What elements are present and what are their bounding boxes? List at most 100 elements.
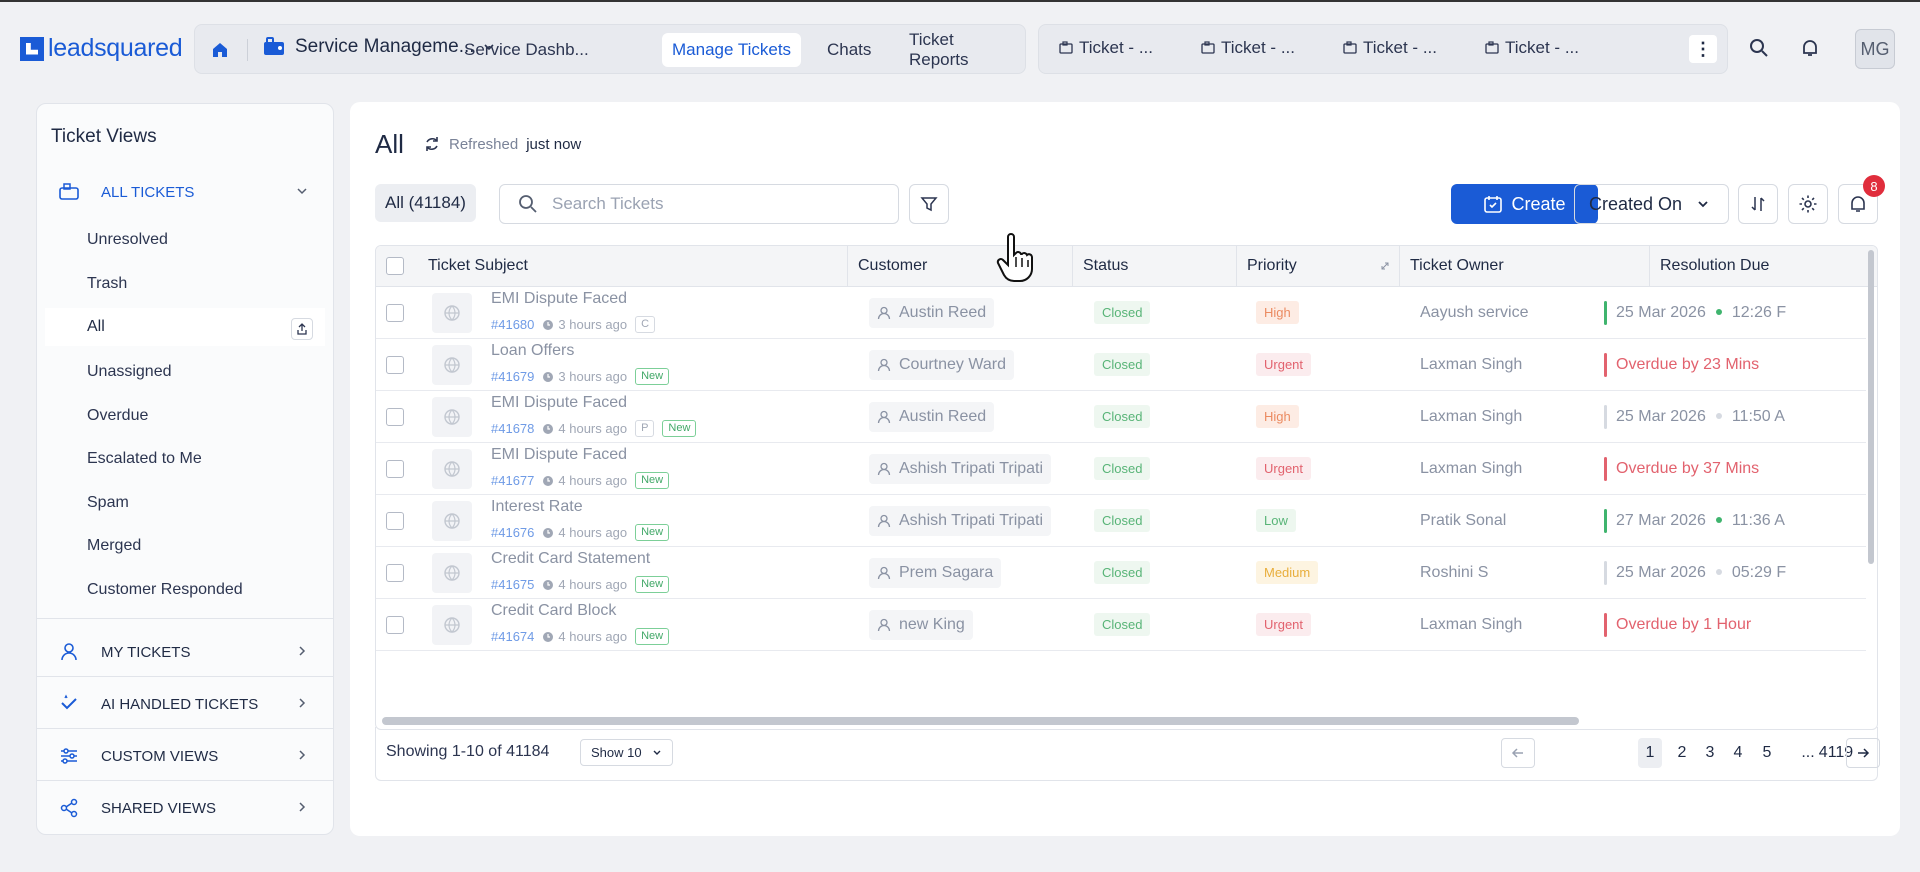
refresh-status[interactable]: Refreshed just now (423, 135, 581, 153)
ticket-subject[interactable]: EMI Dispute Faced (491, 394, 627, 412)
select-all-checkbox[interactable] (386, 257, 404, 275)
recent-ticket-tab[interactable]: Ticket - ... (1343, 38, 1437, 58)
sort-select[interactable]: Created On (1574, 184, 1729, 224)
customer-chip[interactable]: Prem Sagara (869, 558, 1002, 588)
row-checkbox[interactable] (386, 460, 404, 478)
ticket-id[interactable]: #41678 (491, 421, 534, 436)
tab-service-dashboard[interactable]: Service Dashb... (454, 33, 599, 67)
page-3-button[interactable]: 3 (1698, 738, 1722, 768)
brand-logo[interactable]: leadsquared (20, 34, 183, 63)
refresh-icon[interactable] (423, 135, 441, 153)
sort-order-button[interactable] (1738, 184, 1778, 224)
row-checkbox[interactable] (386, 304, 404, 322)
search-input[interactable] (552, 194, 872, 214)
recent-ticket-tab[interactable]: Ticket - ... (1201, 38, 1295, 58)
customer-chip[interactable]: Austin Reed (869, 298, 995, 328)
tab-manage-tickets[interactable]: Manage Tickets (662, 33, 802, 67)
sidebar-item-all[interactable]: All (45, 308, 325, 346)
table-row[interactable]: Credit Card Block #41674 4 hours ago New… (376, 599, 1866, 651)
ticket-id[interactable]: #41675 (491, 577, 534, 592)
ticket-count-chip[interactable]: All (41184) (375, 184, 476, 222)
notification-badge: 8 (1863, 175, 1885, 197)
col-customer[interactable]: Customer (848, 246, 1073, 286)
sort-icon[interactable] (1379, 260, 1391, 272)
search-box[interactable] (499, 184, 899, 224)
row-checkbox[interactable] (386, 408, 404, 426)
recent-ticket-tab[interactable]: Ticket - ... (1059, 38, 1153, 58)
ticket-id[interactable]: #41680 (491, 317, 534, 332)
sidebar-item-escalated[interactable]: Escalated to Me (37, 440, 333, 478)
col-priority[interactable]: Priority (1237, 246, 1400, 286)
ticket-meta: #41680 3 hours ago C (491, 316, 656, 333)
prev-page-button[interactable] (1501, 738, 1535, 768)
ticket-id[interactable]: #41677 (491, 473, 534, 488)
search-icon[interactable] (1747, 36, 1771, 60)
sidebar-item-unresolved[interactable]: Unresolved (37, 221, 333, 259)
more-vertical-icon[interactable]: ⋮ (1689, 35, 1717, 63)
section-my-tickets[interactable]: MY TICKETS (37, 628, 333, 676)
section-custom-views[interactable]: CUSTOM VIEWS (37, 732, 333, 780)
section-shared-views[interactable]: SHARED VIEWS (37, 784, 333, 832)
ticket-subject[interactable]: EMI Dispute Faced (491, 446, 627, 464)
customer-chip[interactable]: Ashish Tripati Tripati (869, 454, 1052, 484)
section-all-tickets[interactable]: ALL TICKETS (37, 168, 333, 216)
user-avatar[interactable]: MG (1855, 29, 1895, 69)
table-row[interactable]: EMI Dispute Faced #41678 4 hours ago P Ne… (376, 391, 1866, 443)
row-checkbox[interactable] (386, 616, 404, 634)
horizontal-scrollbar[interactable] (382, 717, 1579, 725)
filter-button[interactable] (909, 184, 949, 224)
col-resolution-due[interactable]: Resolution Due (1650, 246, 1877, 286)
page-size-select[interactable]: Show 10 (580, 739, 673, 766)
ticket-subject[interactable]: EMI Dispute Faced (491, 290, 627, 308)
customer-chip[interactable]: Courtney Ward (869, 350, 1014, 380)
ticket-subject[interactable]: Credit Card Block (491, 602, 616, 620)
sidebar-item-trash[interactable]: Trash (37, 265, 333, 303)
vertical-scrollbar[interactable] (1868, 250, 1874, 564)
settings-button[interactable] (1788, 184, 1828, 224)
page-1-button[interactable]: 1 (1638, 738, 1662, 768)
col-status[interactable]: Status (1073, 246, 1237, 286)
ticket-id[interactable]: #41676 (491, 525, 534, 540)
page-5-button[interactable]: 5 (1755, 738, 1779, 768)
table-row[interactable]: Credit Card Statement #41675 4 hours ago… (376, 547, 1866, 599)
sidebar-item-overdue[interactable]: Overdue (37, 397, 333, 435)
sidebar-item-spam[interactable]: Spam (37, 484, 333, 522)
col-ticket-subject[interactable]: Ticket Subject (418, 246, 848, 286)
ticket-subject[interactable]: Credit Card Statement (491, 550, 650, 568)
row-checkbox[interactable] (386, 564, 404, 582)
row-checkbox[interactable] (386, 512, 404, 530)
customer-chip[interactable]: new King (869, 610, 973, 640)
table-row[interactable]: EMI Dispute Faced #41677 4 hours ago New… (376, 443, 1866, 495)
customer-chip[interactable]: Austin Reed (869, 402, 995, 432)
sidebar-item-merged[interactable]: Merged (37, 527, 333, 565)
recent-ticket-tab[interactable]: Ticket - ... (1485, 38, 1579, 58)
tab-ticket-reports[interactable]: Ticket Reports (899, 30, 1025, 69)
table-row[interactable]: Interest Rate #41676 4 hours ago New Ash… (376, 495, 1866, 547)
ticket-tag: C (635, 316, 656, 333)
ticket-id[interactable]: #41674 (491, 629, 534, 644)
section-ai-handled[interactable]: AI HANDLED TICKETS (37, 680, 333, 728)
export-icon[interactable] (291, 318, 313, 340)
customer-chip[interactable]: Ashish Tripati Tripati (869, 506, 1052, 536)
notifications-button[interactable]: 8 (1838, 175, 1885, 224)
page-2-button[interactable]: 2 (1670, 738, 1694, 768)
tab-chats[interactable]: Chats (817, 33, 881, 67)
recent-tabs: Ticket - ... Ticket - ... Ticket - ... T… (1038, 24, 1728, 74)
home-icon[interactable] (207, 37, 233, 63)
ticket-id[interactable]: #41679 (491, 369, 534, 384)
sidebar-item-customer-responded[interactable]: Customer Responded (37, 571, 333, 609)
row-checkbox[interactable] (386, 356, 404, 374)
page-4-button[interactable]: 4 (1726, 738, 1750, 768)
sidebar-item-unassigned[interactable]: Unassigned (37, 353, 333, 391)
col-priority-label: Priority (1247, 257, 1297, 274)
next-page-button[interactable] (1846, 738, 1880, 768)
ticket-subject[interactable]: Loan Offers (491, 342, 574, 360)
tickets-icon (59, 183, 79, 200)
ticket-views-sidebar: Ticket Views ALL TICKETS Unresolved Tras… (36, 103, 334, 835)
bell-icon[interactable] (1798, 36, 1822, 60)
table-row[interactable]: Loan Offers #41679 3 hours ago New Court… (376, 339, 1866, 391)
ticket-meta: #41678 4 hours ago P New (491, 420, 697, 437)
col-ticket-owner[interactable]: Ticket Owner (1400, 246, 1650, 286)
ticket-subject[interactable]: Interest Rate (491, 498, 583, 516)
table-row[interactable]: EMI Dispute Faced #41680 3 hours ago C A… (376, 287, 1866, 339)
